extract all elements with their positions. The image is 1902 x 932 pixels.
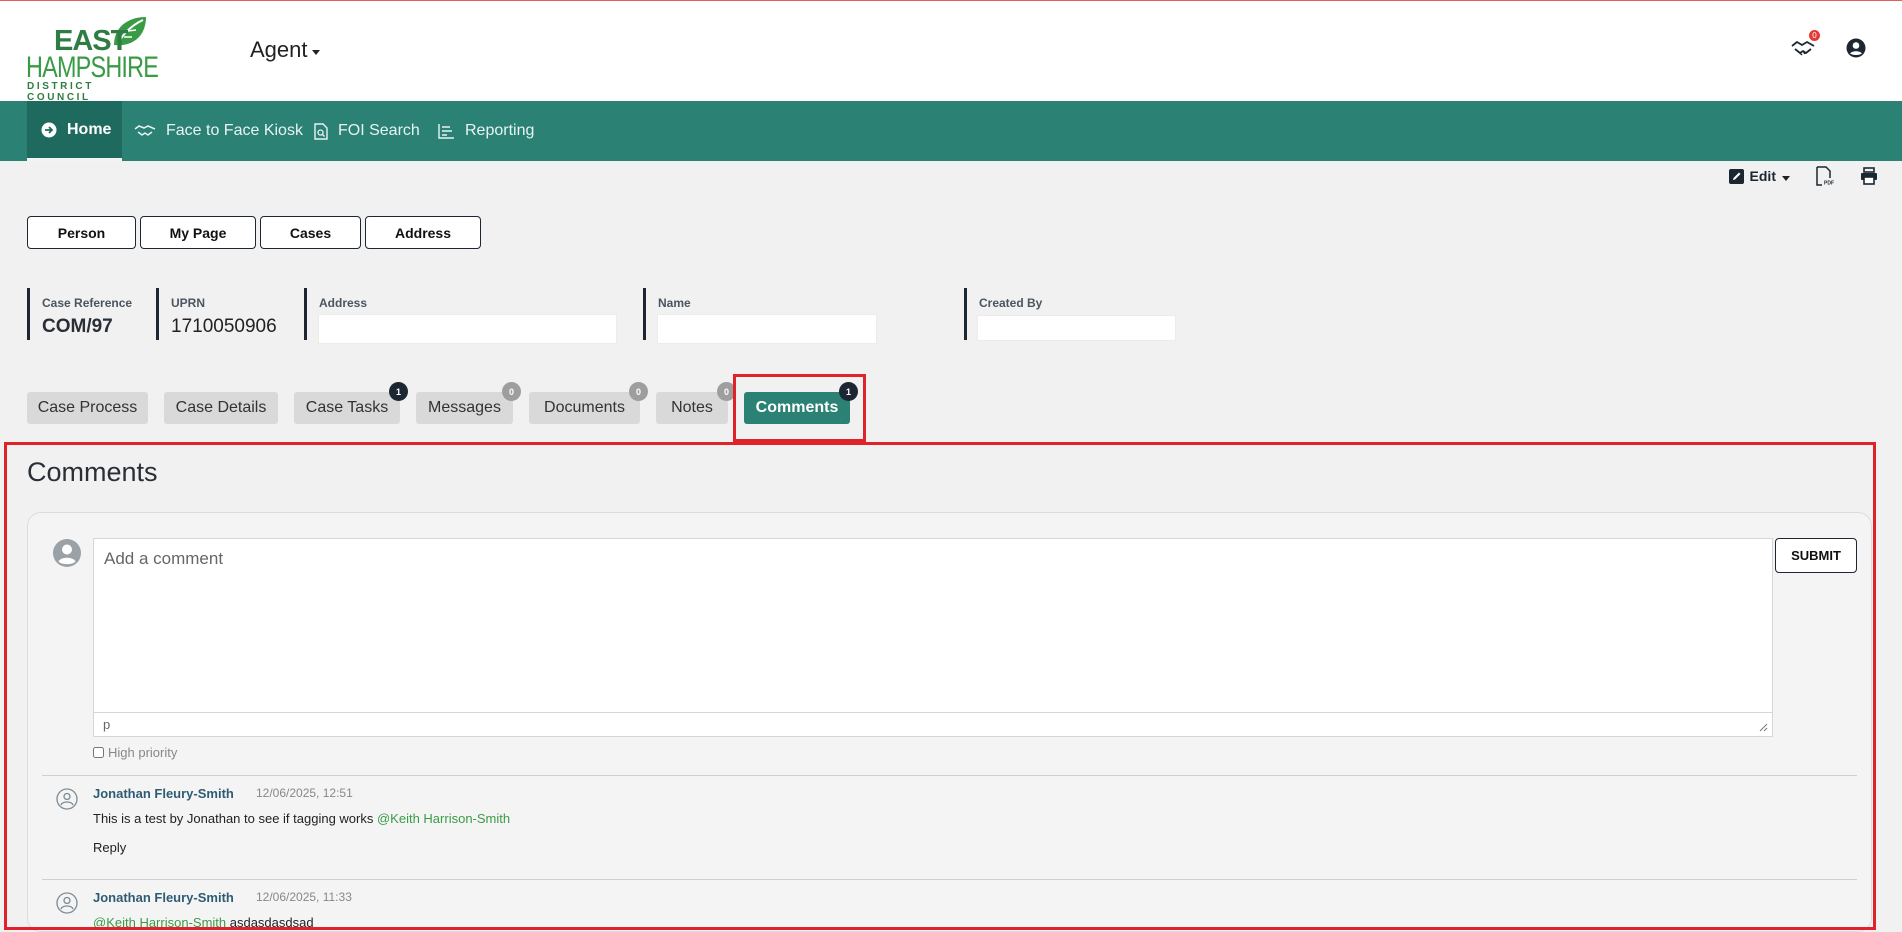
address-label: Address — [319, 296, 368, 310]
notification-badge: 0 — [1809, 30, 1820, 41]
nav-item-reporting[interactable]: Reporting — [424, 101, 548, 161]
comments-heading: Comments — [27, 457, 158, 487]
comment-text: asdasdasdsad — [226, 915, 314, 930]
tab-count-badge: 0 — [502, 382, 521, 401]
tab-label: Case Process — [37, 399, 138, 416]
tab-case-details[interactable]: Case Details — [164, 392, 278, 424]
comment-author[interactable]: Jonathan Fleury-Smith — [93, 890, 234, 905]
case-tabs: Case Process Case Details Case Tasks 1 M… — [27, 382, 866, 424]
submit-button[interactable]: SUBMIT — [1775, 538, 1857, 573]
handshake-notification-button[interactable]: 0 — [1790, 30, 1820, 59]
case-reference-value: COM/97 — [42, 316, 113, 337]
address-button[interactable]: Address — [365, 216, 481, 249]
person-button[interactable]: Person — [27, 216, 136, 249]
high-priority-option: High priority — [93, 745, 177, 760]
name-label: Name — [658, 296, 691, 310]
my-page-button[interactable]: My Page — [140, 216, 256, 249]
nav-label-reporting: Reporting — [465, 122, 535, 139]
caret-down-icon — [1782, 175, 1790, 181]
caret-down-icon — [311, 49, 320, 55]
comment-mention-link[interactable]: @Keith Harrison-Smith — [93, 915, 226, 930]
user-outline-icon — [56, 788, 78, 810]
edit-icon — [1728, 168, 1744, 184]
case-reference-block: Case Reference COM/97 — [27, 288, 132, 340]
quick-link-buttons: Person My Page Cases Address — [27, 216, 481, 249]
name-value — [657, 314, 877, 344]
comment-entry: Jonathan Fleury-Smith 12/06/2025, 12:51 … — [42, 776, 1857, 878]
nav-label-foi: FOI Search — [338, 122, 420, 139]
user-avatar-icon — [53, 539, 81, 567]
comment-mention-link[interactable]: @Keith Harrison-Smith — [377, 811, 510, 826]
comment-editor: p — [93, 538, 1773, 737]
comment-timestamp: 12/06/2025, 12:51 — [256, 786, 353, 800]
nav-label-home: Home — [67, 120, 112, 138]
tab-label: Case Details — [175, 399, 267, 416]
agent-label: Agent — [250, 37, 308, 62]
svg-text:PDF: PDF — [1824, 181, 1834, 187]
comment-text: This is a test by Jonathan to see if tag… — [93, 811, 377, 826]
created-by-value — [977, 315, 1176, 341]
uprn-block: UPRN 1710050906 — [156, 288, 277, 340]
case-reference-label: Case Reference — [42, 296, 133, 310]
council-logo[interactable]: EAST HAMPSHIRE DISTRICT COUNCIL — [26, 15, 159, 103]
tab-count-badge: 0 — [717, 382, 736, 401]
pdf-icon[interactable]: PDF — [1816, 166, 1834, 186]
edit-label: Edit — [1749, 168, 1776, 184]
agent-dropdown[interactable]: Agent — [250, 37, 320, 63]
tab-case-tasks[interactable]: Case Tasks 1 — [294, 382, 408, 424]
nav-item-home[interactable]: Home — [27, 101, 122, 161]
edit-dropdown-button[interactable]: Edit — [1728, 168, 1790, 184]
tab-count-badge: 0 — [629, 382, 648, 401]
tab-label: Documents — [544, 399, 625, 416]
comment-author[interactable]: Jonathan Fleury-Smith — [93, 786, 234, 801]
chart-lines-icon — [438, 124, 454, 139]
resize-handle-icon[interactable] — [1759, 723, 1768, 732]
tab-label: Comments — [755, 399, 839, 416]
uprn-label: UPRN — [171, 296, 206, 310]
tab-messages[interactable]: Messages 0 — [416, 382, 521, 424]
high-priority-checkbox[interactable] — [93, 747, 104, 758]
page-toolbar: Edit PDF — [1728, 166, 1878, 186]
document-search-icon — [314, 122, 328, 140]
editor-element-path: p — [94, 712, 1772, 737]
tab-count-badge: 1 — [389, 382, 408, 401]
tab-count-badge: 1 — [839, 382, 858, 401]
comment-body: @Keith Harrison-Smith asdasdasdsad — [93, 915, 314, 930]
comment-body: This is a test by Jonathan to see if tag… — [93, 811, 510, 826]
logo-text-district: DISTRICT COUNCIL — [27, 81, 94, 103]
tab-comments[interactable]: Comments 1 — [744, 382, 858, 424]
created-by-label: Created By — [979, 296, 1043, 310]
address-value — [318, 314, 617, 344]
user-account-icon[interactable] — [1846, 38, 1866, 58]
arrow-circle-right-icon — [41, 122, 57, 137]
comment-input[interactable] — [94, 539, 1772, 711]
tab-label: Case Tasks — [305, 399, 389, 416]
main-navigation: Home Face to Face Kiosk FOI Search Repor… — [0, 101, 1902, 161]
tab-label: Messages — [428, 399, 501, 416]
uprn-value: 1710050906 — [171, 316, 277, 337]
nav-item-face-to-face-kiosk[interactable]: Face to Face Kiosk — [120, 101, 317, 161]
handshake-icon — [134, 125, 156, 136]
reply-link[interactable]: Reply — [93, 840, 126, 855]
tab-notes[interactable]: Notes 0 — [656, 382, 736, 424]
comment-entry: Jonathan Fleury-Smith 12/06/2025, 11:33 … — [42, 880, 1857, 930]
tab-case-process[interactable]: Case Process — [27, 392, 148, 424]
user-outline-icon — [56, 892, 78, 914]
tab-label: Notes — [671, 399, 713, 416]
nav-label-kiosk: Face to Face Kiosk — [166, 122, 303, 139]
comment-timestamp: 12/06/2025, 11:33 — [256, 890, 352, 904]
nav-item-foi-search[interactable]: FOI Search — [300, 101, 434, 161]
high-priority-label: High priority — [108, 745, 178, 760]
top-bar: EAST HAMPSHIRE DISTRICT COUNCIL Agent 0 — [0, 1, 1902, 103]
print-icon[interactable] — [1860, 167, 1878, 185]
cases-button[interactable]: Cases — [260, 216, 361, 249]
logo-text-hampshire: HAMPSHIRE — [26, 51, 159, 84]
tab-documents[interactable]: Documents 0 — [529, 382, 648, 424]
